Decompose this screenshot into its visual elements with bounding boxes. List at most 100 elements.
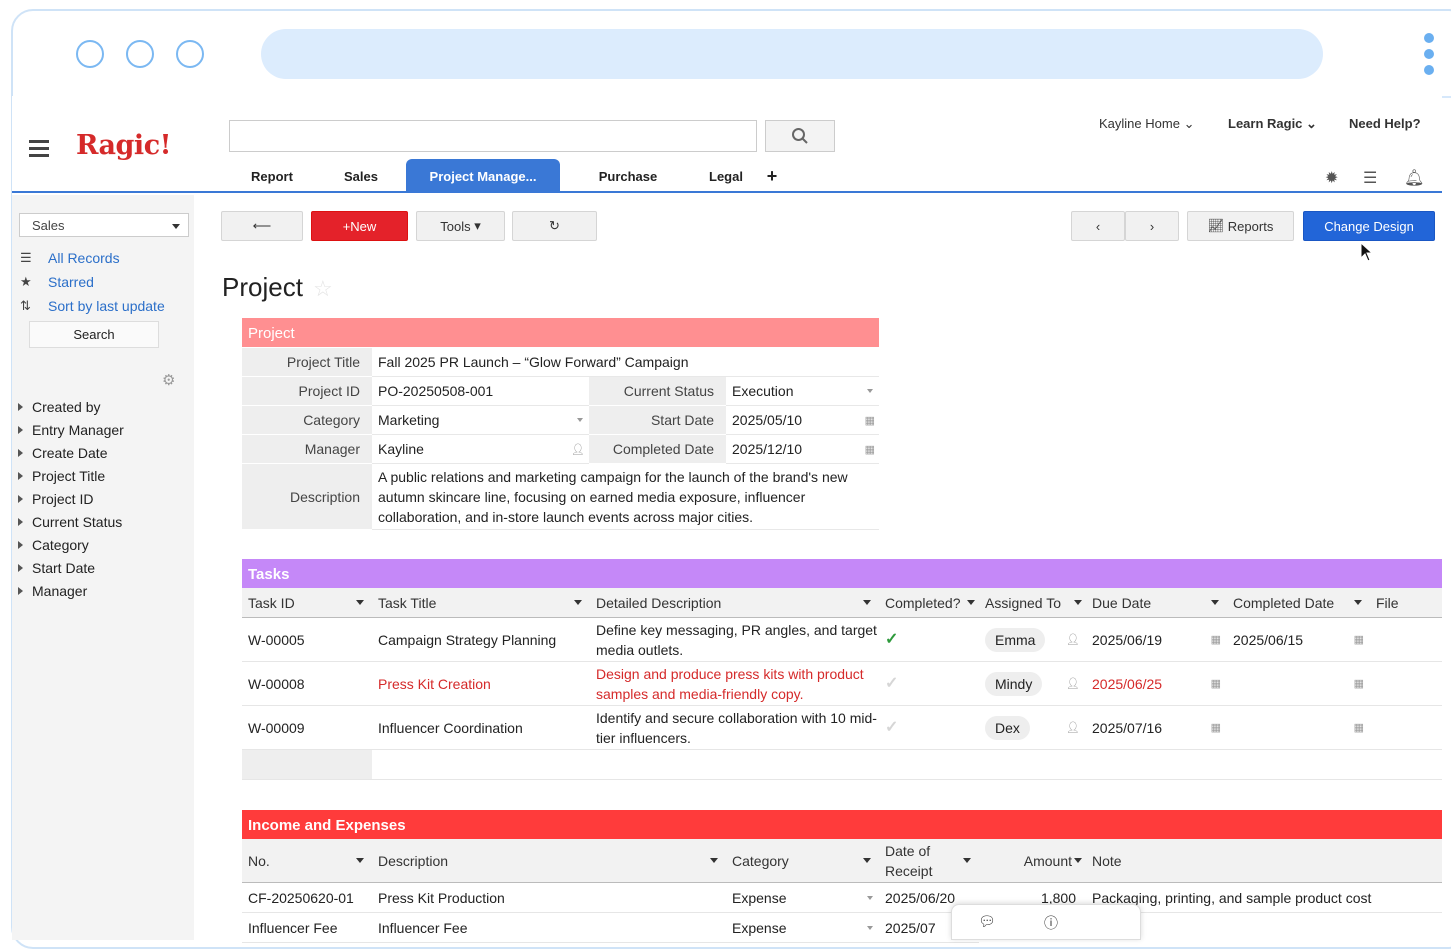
current-status-field[interactable]: Execution [726, 377, 879, 406]
task-file-cell[interactable] [1370, 662, 1442, 706]
task-assigned-cell[interactable]: Dex 👤︎ [979, 706, 1086, 750]
info-icon[interactable]: ⓘ [1044, 913, 1058, 933]
global-search-input[interactable] [229, 120, 757, 152]
column-category[interactable]: Category [726, 839, 879, 883]
window-control-circle[interactable] [126, 40, 154, 68]
checklist-icon[interactable]: ☰ [1363, 168, 1377, 188]
income-category-cell[interactable]: Expense [726, 883, 879, 913]
new-record-button[interactable]: +New [311, 211, 408, 241]
project-id-field[interactable]: PO-20250508-001 [372, 377, 589, 406]
filter-create-date[interactable]: Create Date [18, 445, 107, 461]
task-id-cell[interactable]: W-00008 [242, 662, 372, 706]
tab-project-management[interactable]: Project Manage... [406, 159, 560, 193]
column-description[interactable]: Description [372, 839, 726, 883]
filter-manager[interactable]: Manager [18, 583, 87, 599]
search-button[interactable] [765, 120, 835, 152]
column-completed-date[interactable]: Completed Date [1227, 588, 1370, 618]
browser-menu-icon[interactable] [1424, 33, 1434, 81]
learn-ragic-menu[interactable]: Learn Ragic ⌄ [1228, 116, 1317, 132]
account-menu[interactable]: Kayline Home ⌄ [1099, 116, 1194, 132]
tab-purchase[interactable]: Purchase [576, 159, 680, 193]
task-description-cell[interactable]: Identify and secure collaboration with 1… [590, 706, 879, 750]
task-assigned-cell[interactable]: Mindy 👤︎ [979, 662, 1086, 706]
task-completed-date-cell[interactable]: ▦ [1227, 706, 1370, 750]
filter-created-by[interactable]: Created by [18, 399, 100, 415]
column-date-of-receipt[interactable]: Date of Receipt [879, 839, 979, 883]
filter-entry-manager[interactable]: Entry Manager [18, 422, 124, 438]
sidebar-search-button[interactable]: Search [29, 321, 159, 348]
bell-icon[interactable]: 🔔︎ [1404, 168, 1424, 188]
task-due-date-cell[interactable]: 2025/06/19 ▦ [1086, 618, 1227, 662]
filter-category[interactable]: Category [18, 537, 89, 553]
task-assigned-cell[interactable]: Emma 👤︎ [979, 618, 1086, 662]
tools-button[interactable]: Tools ▾ [416, 211, 505, 241]
add-tab-button[interactable]: + [762, 159, 782, 193]
column-task-title[interactable]: Task Title [372, 588, 590, 618]
tab-sales[interactable]: Sales [328, 159, 394, 193]
income-category-cell[interactable]: Expense [726, 913, 879, 943]
favorite-star-icon[interactable]: ☆ [313, 276, 333, 302]
start-date-field[interactable]: 2025/05/10 ▦ [726, 406, 879, 435]
window-control-circle[interactable] [176, 40, 204, 68]
reports-button[interactable]: 📈︎ Reports [1187, 211, 1294, 241]
income-no-cell[interactable]: Influencer Fee [242, 913, 372, 943]
gear-icon[interactable]: ⚙ [162, 371, 175, 389]
previous-record-button[interactable]: ‹ [1071, 211, 1125, 241]
user-icon[interactable]: 👤︎ [571, 443, 585, 456]
task-file-cell[interactable] [1370, 706, 1442, 750]
task-title-cell[interactable]: Press Kit Creation [372, 662, 590, 706]
sidebar-sort[interactable]: ⇅ Sort by last update [20, 298, 165, 314]
task-id-cell[interactable]: W-00009 [242, 706, 372, 750]
new-task-row-handle[interactable] [242, 750, 372, 780]
filter-current-status[interactable]: Current Status [18, 514, 122, 530]
hamburger-menu-icon[interactable] [29, 140, 49, 161]
income-description-cell[interactable]: Press Kit Production [372, 883, 726, 913]
sidebar-all-records[interactable]: ☰ All Records [20, 250, 120, 266]
need-help-link[interactable]: Need Help? [1349, 116, 1421, 131]
address-bar[interactable] [261, 29, 1323, 79]
column-note[interactable]: Note [1086, 839, 1442, 883]
column-amount[interactable]: Amount [979, 839, 1086, 883]
calendar-icon[interactable]: ▦ [865, 414, 875, 427]
manager-field[interactable]: Kayline 👤︎ [372, 435, 589, 464]
sidebar-starred[interactable]: ★ Starred [20, 274, 94, 290]
back-button[interactable]: ⟵ [221, 211, 303, 241]
calendar-icon[interactable]: ▦ [865, 443, 875, 456]
task-description-cell[interactable]: Design and produce press kits with produ… [590, 662, 879, 706]
column-assigned-to[interactable]: Assigned To [979, 588, 1086, 618]
bug-icon[interactable]: ✹ [1325, 168, 1338, 188]
filter-project-title[interactable]: Project Title [18, 468, 105, 484]
next-record-button[interactable]: › [1125, 211, 1179, 241]
column-task-id[interactable]: Task ID [242, 588, 372, 618]
task-file-cell[interactable] [1370, 618, 1442, 662]
task-id-cell[interactable]: W-00005 [242, 618, 372, 662]
task-completed-cell[interactable]: ✓ [879, 662, 979, 706]
income-no-cell[interactable]: CF-20250620-01 [242, 883, 372, 913]
column-file[interactable]: File [1370, 588, 1442, 618]
change-design-button[interactable]: Change Design [1303, 211, 1435, 241]
chat-icon[interactable]: 💬︎ [978, 913, 996, 930]
tab-legal[interactable]: Legal [688, 159, 764, 193]
income-description-cell[interactable]: Influencer Fee [372, 913, 726, 943]
task-description-cell[interactable]: Define key messaging, PR angles, and tar… [590, 618, 879, 662]
sheet-select[interactable]: Sales [19, 213, 189, 237]
task-completed-cell[interactable]: ✓ [879, 618, 979, 662]
task-title-cell[interactable]: Campaign Strategy Planning [372, 618, 590, 662]
new-task-row[interactable] [372, 750, 1442, 780]
tab-report[interactable]: Report [234, 159, 310, 193]
task-completed-cell[interactable]: ✓ [879, 706, 979, 750]
task-completed-date-cell[interactable]: ▦ [1227, 662, 1370, 706]
window-control-circle[interactable] [76, 40, 104, 68]
app-logo[interactable]: Ragic! [76, 130, 171, 161]
filter-project-id[interactable]: Project ID [18, 491, 93, 507]
refresh-button[interactable]: ↻ [512, 211, 597, 241]
column-no[interactable]: No. [242, 839, 372, 883]
category-field[interactable]: Marketing [372, 406, 589, 435]
column-due-date[interactable]: Due Date [1086, 588, 1227, 618]
filter-start-date[interactable]: Start Date [18, 560, 95, 576]
task-title-cell[interactable]: Influencer Coordination [372, 706, 590, 750]
task-completed-date-cell[interactable]: 2025/06/15 ▦ [1227, 618, 1370, 662]
task-due-date-cell[interactable]: 2025/07/16 ▦ [1086, 706, 1227, 750]
project-title-field[interactable]: Fall 2025 PR Launch – “Glow Forward” Cam… [372, 348, 879, 377]
task-due-date-cell[interactable]: 2025/06/25 ▦ [1086, 662, 1227, 706]
